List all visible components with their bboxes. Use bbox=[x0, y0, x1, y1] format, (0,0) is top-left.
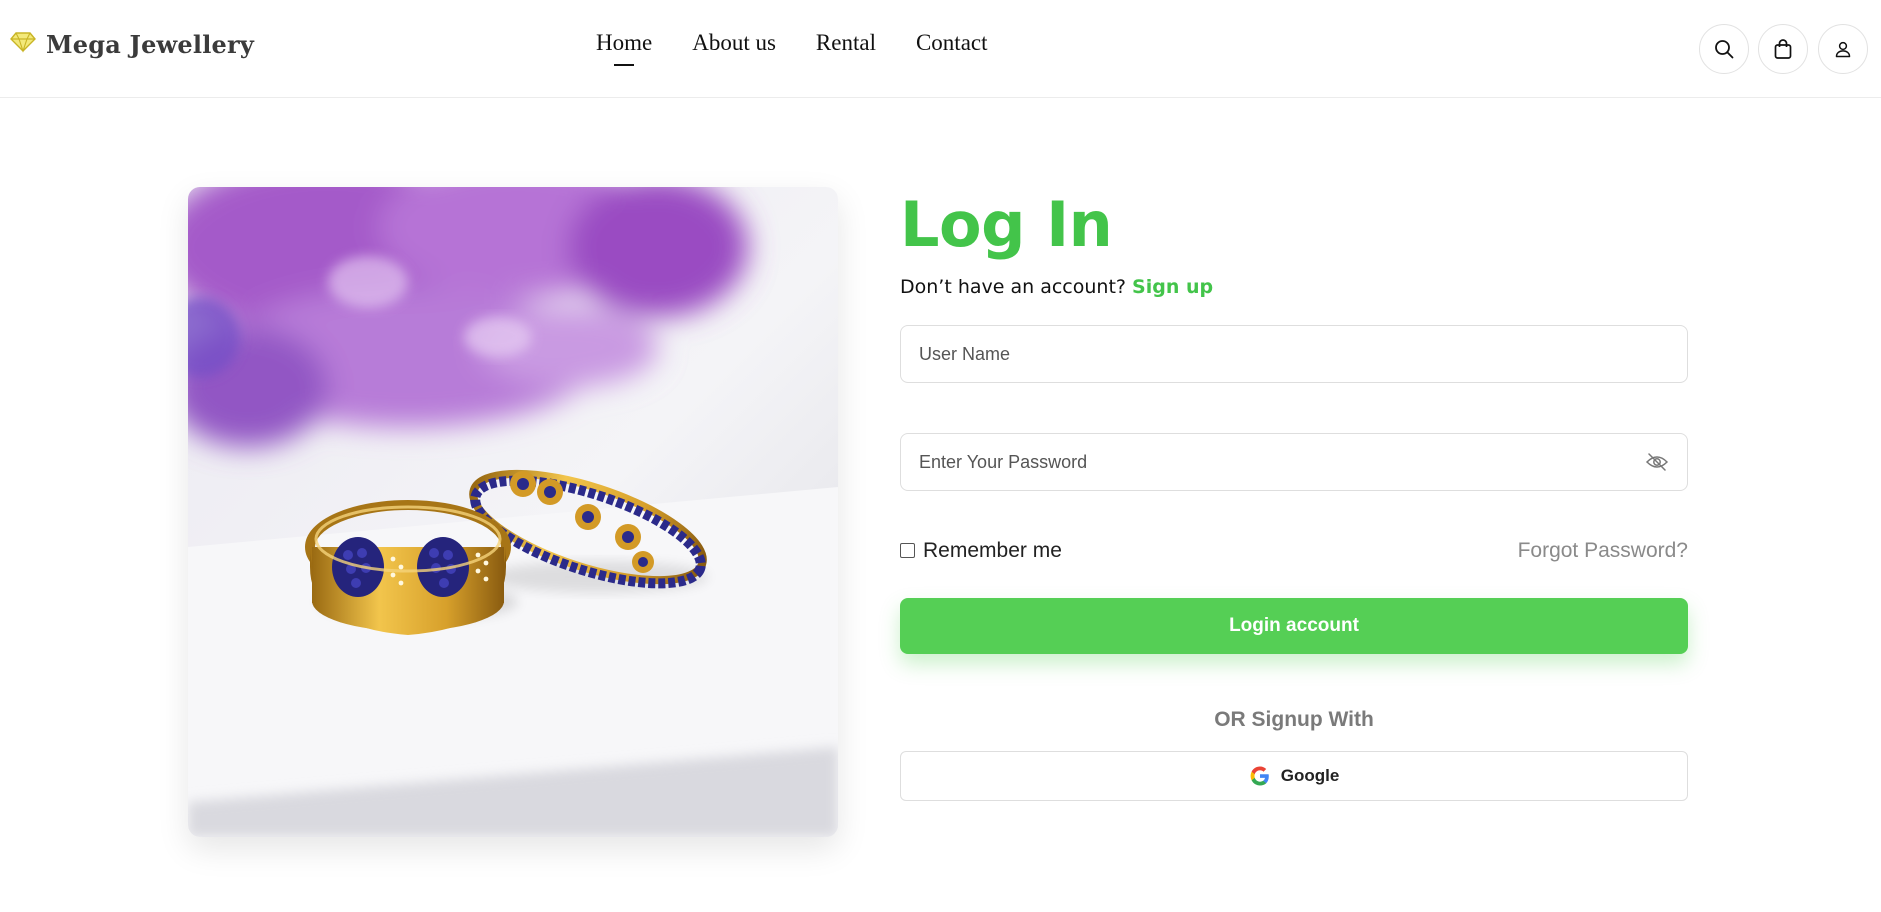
user-icon bbox=[1835, 41, 1851, 58]
google-signup-button[interactable]: Google bbox=[900, 751, 1688, 801]
remember-checkbox[interactable] bbox=[900, 542, 915, 558]
signup-link[interactable]: Sign up bbox=[1132, 276, 1213, 298]
signup-prompt: Don’t have an account? Sign up bbox=[900, 276, 1213, 298]
cart-button[interactable] bbox=[1758, 24, 1808, 74]
signup-prompt-text: Don’t have an account? bbox=[900, 276, 1126, 298]
remember-me[interactable]: Remember me bbox=[900, 539, 1062, 563]
nav-rental[interactable]: Rental bbox=[816, 30, 876, 56]
google-label: Google bbox=[1280, 766, 1340, 785]
google-icon bbox=[1250, 766, 1269, 786]
main-nav: Home About us Rental Contact bbox=[596, 30, 988, 56]
eye-slash-icon[interactable] bbox=[1645, 451, 1669, 478]
search-button[interactable] bbox=[1699, 24, 1749, 74]
account-button[interactable] bbox=[1818, 24, 1868, 74]
forgot-password-link[interactable]: Forgot Password? bbox=[1518, 539, 1688, 563]
username-input[interactable] bbox=[901, 326, 1687, 382]
username-field[interactable] bbox=[900, 325, 1688, 383]
site-header: Mega Jewellery Home About us Rental Cont… bbox=[0, 0, 1881, 98]
login-button[interactable]: Login account bbox=[900, 598, 1688, 654]
or-divider-text: OR Signup With bbox=[1214, 708, 1374, 731]
login-form: Log In Don’t have an account? Sign up Re… bbox=[900, 188, 1688, 801]
nav-about-us[interactable]: About us bbox=[692, 30, 776, 56]
jewellery-photo bbox=[188, 187, 838, 837]
search-icon bbox=[1715, 40, 1734, 59]
diamond-icon bbox=[10, 31, 36, 58]
nav-contact[interactable]: Contact bbox=[916, 30, 988, 56]
remember-label: Remember me bbox=[923, 539, 1062, 562]
brand-logo[interactable]: Mega Jewellery bbox=[10, 30, 254, 59]
password-input[interactable] bbox=[901, 434, 1687, 490]
password-field[interactable] bbox=[900, 433, 1688, 491]
nav-home[interactable]: Home bbox=[596, 30, 652, 56]
brand-name: Mega Jewellery bbox=[46, 30, 254, 59]
shopping-bag-icon bbox=[1774, 39, 1792, 59]
page-title: Log In bbox=[900, 188, 1113, 261]
